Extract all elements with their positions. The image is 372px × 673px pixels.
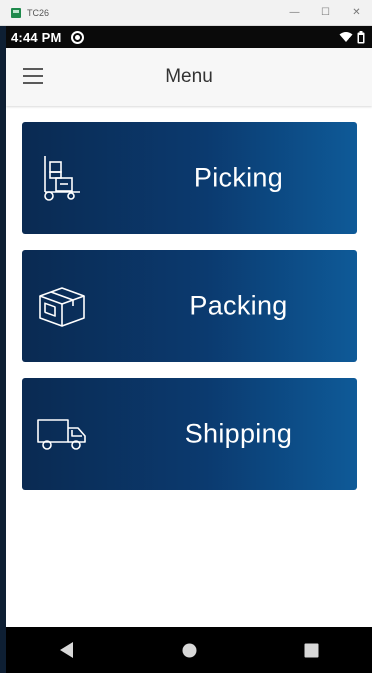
close-button[interactable]: ✕ bbox=[341, 0, 372, 25]
delivery-truck-icon bbox=[37, 419, 86, 450]
packing-button[interactable]: Packing bbox=[22, 250, 357, 362]
battery-icon bbox=[357, 30, 365, 43]
maximize-button[interactable]: ☐ bbox=[310, 0, 341, 25]
app-screen: Menu Picking Packing Shipping bbox=[6, 48, 372, 627]
minimize-button[interactable]: — bbox=[279, 0, 310, 25]
status-clock: 4:44 PM bbox=[11, 29, 62, 45]
app-bar: Menu bbox=[6, 48, 372, 106]
status-icons bbox=[339, 30, 365, 44]
box-icon bbox=[39, 287, 85, 327]
shipping-label: Shipping bbox=[184, 418, 293, 449]
menu-list: Picking Packing Shipping bbox=[6, 106, 372, 490]
back-icon[interactable] bbox=[55, 638, 79, 662]
wifi-icon bbox=[339, 32, 353, 42]
window-controls: — ☐ ✕ bbox=[279, 0, 372, 25]
status-bar: 4:44 PM bbox=[6, 26, 372, 48]
packing-label: Packing bbox=[189, 290, 288, 321]
recents-icon[interactable] bbox=[299, 638, 323, 662]
hamburger-menu-icon[interactable] bbox=[23, 68, 47, 86]
device-frame: 4:44 PM Menu Picking Packing Shipping bbox=[6, 26, 372, 673]
picking-label: Picking bbox=[193, 162, 284, 193]
page-title: Menu bbox=[165, 66, 213, 87]
window-title: TC26 bbox=[27, 7, 50, 18]
hand-truck-icon bbox=[44, 156, 80, 201]
app-icon bbox=[11, 7, 21, 18]
sync-icon bbox=[70, 30, 84, 44]
shipping-button[interactable]: Shipping bbox=[22, 378, 357, 490]
emulator-title-bar: TC26 — ☐ ✕ bbox=[0, 0, 372, 26]
home-icon[interactable] bbox=[177, 638, 201, 662]
picking-button[interactable]: Picking bbox=[22, 122, 357, 234]
navigation-bar bbox=[6, 627, 372, 673]
